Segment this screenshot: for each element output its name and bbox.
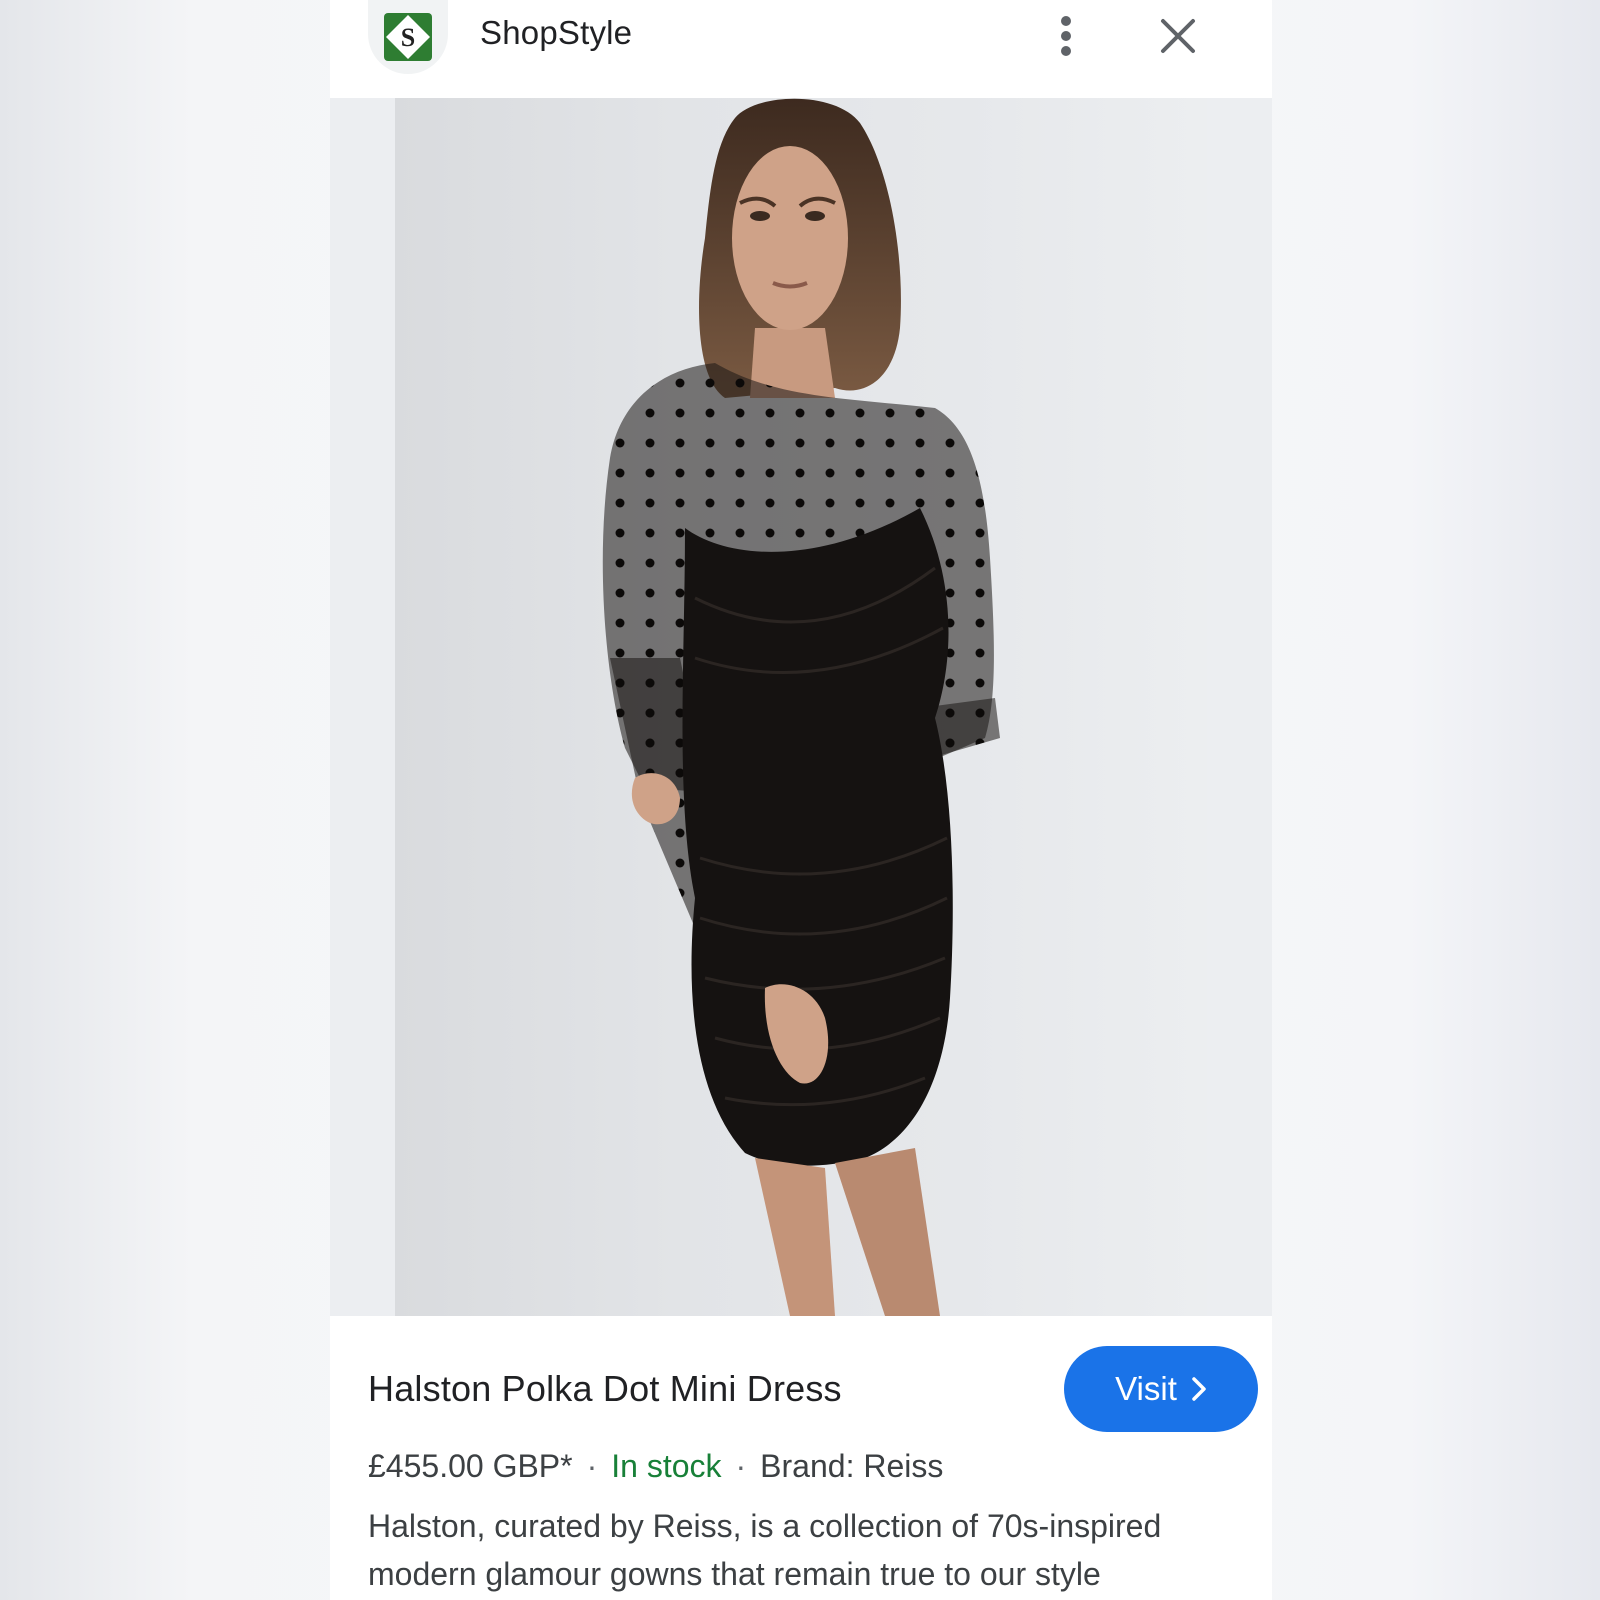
- product-brand: Brand: Reiss: [760, 1448, 944, 1484]
- meta-separator: ·: [735, 1448, 747, 1484]
- top-bar: S ShopStyle: [330, 0, 1272, 98]
- shopping-panel: S ShopStyle Halston Polka Dot Mini Dress…: [330, 0, 1272, 1600]
- product-photo[interactable]: [395, 98, 1207, 1316]
- product-price: £455.00 GBP*: [368, 1448, 573, 1484]
- visit-label: Visit: [1115, 1370, 1177, 1407]
- description-line-1: Halston, curated by Reiss, is a collecti…: [368, 1508, 1162, 1544]
- shopstyle-logo-icon[interactable]: S: [368, 0, 448, 74]
- meta-separator: ·: [586, 1448, 598, 1484]
- product-image-area: [330, 98, 1272, 1316]
- logo-letter: S: [401, 23, 415, 52]
- site-name: ShopStyle: [480, 14, 633, 51]
- description-line-2: modern glamour gowns that remain true to…: [368, 1556, 1101, 1592]
- product-meta: £455.00 GBP* · In stock · Brand: Reiss: [368, 1448, 943, 1485]
- more-vert-icon[interactable]: [1044, 8, 1088, 64]
- visit-button[interactable]: Visit: [1064, 1346, 1258, 1432]
- close-icon[interactable]: [1152, 10, 1204, 62]
- product-title: Halston Polka Dot Mini Dress: [368, 1368, 842, 1409]
- product-description: Halston, curated by Reiss, is a collecti…: [368, 1502, 1238, 1598]
- chevron-right-icon: [1192, 1377, 1206, 1401]
- availability-status: In stock: [611, 1448, 722, 1484]
- product-title-row: Halston Polka Dot Mini Dress Visit: [368, 1346, 1258, 1434]
